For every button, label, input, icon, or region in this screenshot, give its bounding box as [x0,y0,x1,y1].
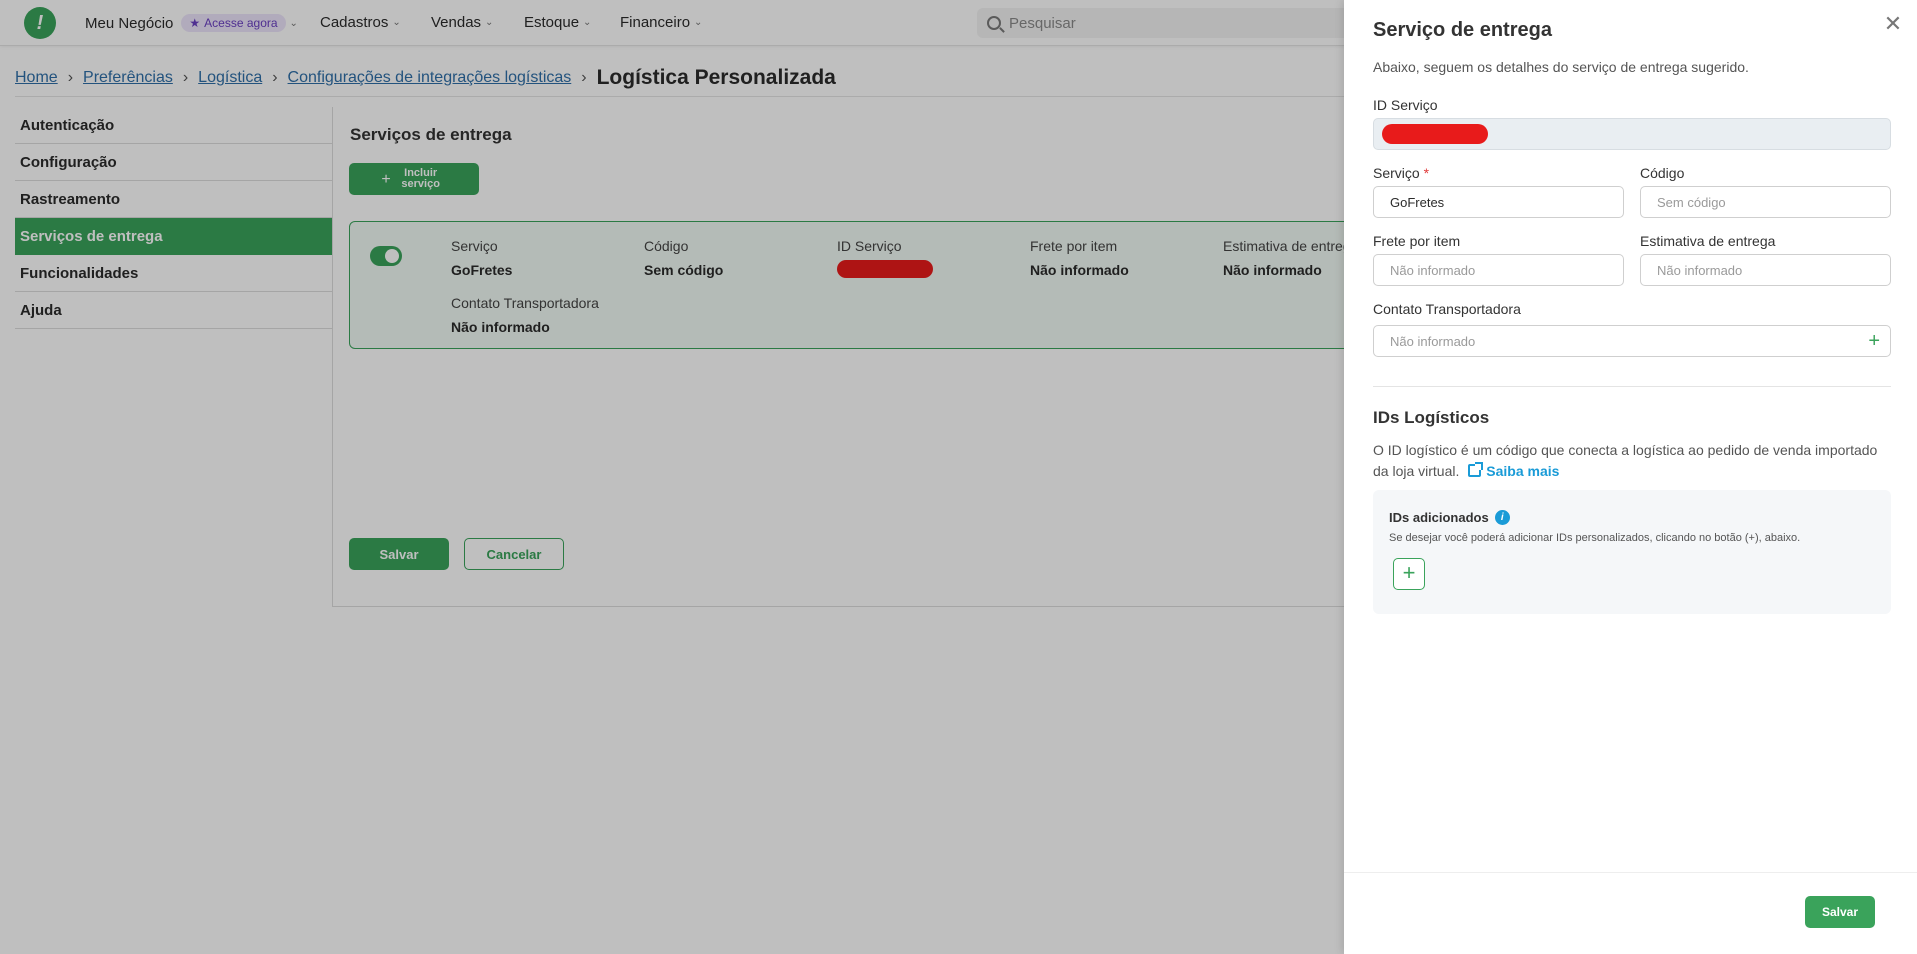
id-servico-field [1373,118,1891,150]
ids-box-title: IDs adicionados i [1389,510,1510,525]
divider [1373,386,1891,387]
ids-logisticos-description: O ID logístico é um código que conecta a… [1373,440,1893,482]
codigo-label: Código [1640,165,1685,181]
ids-box-hint: Se desejar você poderá adicionar IDs per… [1389,532,1801,544]
estimativa-entrega-field[interactable]: Não informado [1640,254,1891,286]
drawer-save-button[interactable]: Salvar [1805,896,1875,928]
drawer-subtitle: Abaixo, seguem os detalhes do serviço de… [1373,59,1749,75]
ids-box-title-text: IDs adicionados [1389,510,1489,525]
redaction-mark [1382,124,1488,144]
ids-logisticos-title: IDs Logísticos [1373,408,1490,427]
contato-transportadora-field[interactable]: Não informado + [1373,325,1891,357]
servico-label-text: Serviço [1373,165,1420,181]
add-contact-icon[interactable]: + [1868,331,1880,351]
frete-por-item-field[interactable]: Não informado [1373,254,1624,286]
ids-added-box: IDs adicionados i Se desejar você poderá… [1373,490,1891,614]
servico-field[interactable]: GoFretes [1373,186,1624,218]
servico-label: Serviço * [1373,165,1429,181]
frete-label: Frete por item [1373,233,1461,249]
required-mark: * [1423,165,1430,181]
codigo-field[interactable]: Sem código [1640,186,1891,218]
estimativa-label: Estimativa de entrega [1640,233,1776,249]
saiba-mais-link[interactable]: Saiba mais [1486,463,1559,479]
close-icon[interactable]: ✕ [1881,12,1905,36]
drawer-footer: Salvar [1344,872,1917,954]
service-detail-drawer: Serviço de entrega ✕ Abaixo, seguem os d… [1344,0,1917,954]
contato-placeholder: Não informado [1390,333,1476,349]
drawer-title: Serviço de entrega [1373,19,1552,41]
id-servico-label: ID Serviço [1373,97,1438,113]
add-id-button[interactable]: + [1393,558,1425,590]
contato-label: Contato Transportadora [1373,301,1521,317]
info-icon[interactable]: i [1494,510,1510,525]
external-link-icon[interactable] [1468,462,1484,477]
ids-description-text: O ID logístico é um código que conecta a… [1373,442,1878,479]
